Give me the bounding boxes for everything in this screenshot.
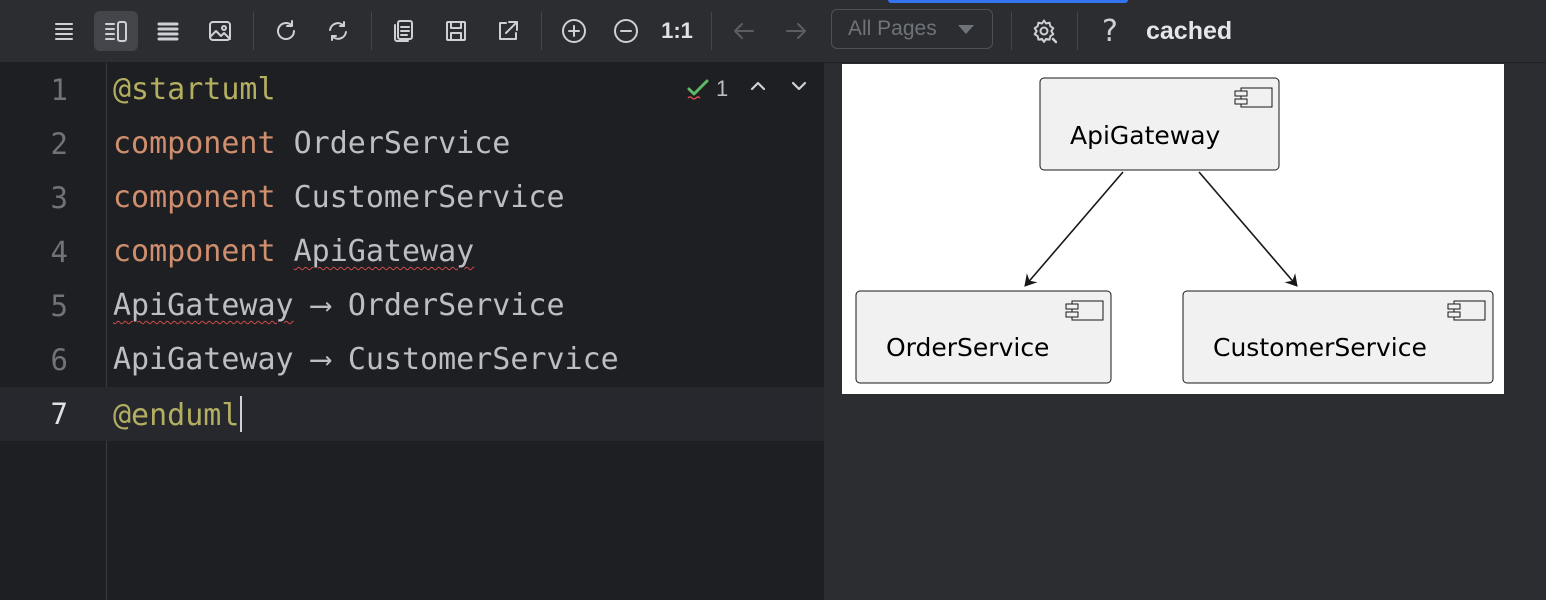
component-icon [1065, 300, 1104, 321]
toolbar-separator [541, 12, 542, 50]
actual-size-button[interactable]: 1:1 [655, 11, 699, 51]
external-link-icon [499, 21, 518, 40]
horizontal-split-icon [157, 22, 179, 41]
code-editor[interactable]: 1 @startuml 2 component OrderService 3 c… [0, 63, 824, 600]
code-line[interactable]: 4 component ApiGateway [0, 225, 824, 279]
refresh-icon [277, 20, 296, 40]
identifier-token: OrderService [293, 126, 511, 161]
diagram-canvas: ApiGateway OrderService CustomerService [842, 64, 1504, 394]
identifier-token: CustomerService [347, 342, 619, 377]
copy-button[interactable] [382, 11, 426, 51]
code-line[interactable]: 6 ApiGateway ⟶ CustomerService [0, 333, 824, 387]
sync-icon [329, 21, 347, 41]
line-number: 4 [50, 235, 68, 269]
component-label: OrderService [886, 333, 1049, 362]
keyword-token: component [113, 180, 276, 215]
zoom-out-icon [614, 19, 638, 43]
toolbar-separator [1077, 12, 1078, 50]
horizontal-split-button[interactable] [146, 11, 190, 51]
chevron-up-icon [750, 81, 766, 91]
inspection-widget[interactable]: 1 [686, 75, 728, 103]
code-line[interactable]: 5 ApiGateway ⟶ OrderService [0, 279, 824, 333]
component-customerservice: CustomerService [1182, 290, 1494, 384]
toolbar-separator [253, 12, 254, 50]
split-view-button[interactable] [94, 11, 138, 51]
help-button[interactable]: ? [1094, 11, 1126, 51]
gear-icon [1033, 19, 1057, 44]
chevron-down-icon [791, 81, 807, 91]
save-icon [446, 21, 466, 41]
chevron-down-icon [958, 25, 974, 34]
line-number: 3 [50, 181, 68, 215]
component-diagram: ApiGateway OrderService CustomerService [855, 77, 1494, 384]
inspection-count: 1 [716, 76, 729, 101]
code-line[interactable]: 2 component OrderService [0, 117, 824, 171]
component-label: ApiGateway [1070, 121, 1221, 150]
component-icon [1447, 300, 1486, 321]
arrow-token: ⟶ [311, 288, 330, 323]
identifier-token: OrderService [347, 288, 565, 323]
text-cursor [240, 396, 243, 432]
zoom-in-button[interactable] [552, 11, 596, 51]
component-label: CustomerService [1213, 333, 1427, 362]
code-line-current[interactable]: 7 @enduml [0, 387, 824, 441]
preview-only-button[interactable] [198, 11, 242, 51]
copy-icon [394, 20, 413, 42]
diagram-preview-pane[interactable]: ApiGateway OrderService CustomerService [824, 63, 1546, 600]
pages-select-value: All Pages [848, 17, 937, 40]
status-text: cached [1146, 16, 1233, 45]
editor-only-button[interactable] [42, 11, 86, 51]
toolbar: 1:1 All Pages ? cached [0, 0, 1546, 63]
toolbar-separator [371, 12, 372, 50]
identifier-token: ApiGateway [113, 288, 294, 323]
settings-button[interactable] [1022, 11, 1066, 51]
split-view-icon [105, 21, 127, 42]
previous-page-button[interactable] [722, 11, 766, 51]
zoom-in-icon [562, 19, 586, 43]
dependency-arrow [1198, 171, 1298, 287]
identifier-token: CustomerService [293, 180, 565, 215]
next-page-button[interactable] [774, 11, 818, 51]
toolbar-separator [711, 12, 712, 50]
refresh-button[interactable] [264, 11, 308, 51]
image-icon [209, 21, 231, 41]
keyword-token: component [113, 126, 276, 161]
zoom-out-button[interactable] [604, 11, 648, 51]
arrow-right-icon [786, 23, 806, 39]
line-number: 1 [50, 73, 68, 107]
arrow-token: ⟶ [311, 342, 330, 377]
lines-icon [55, 23, 73, 40]
toolbar-separator [1011, 12, 1012, 50]
identifier-token: ApiGateway [293, 234, 475, 269]
code-line[interactable]: 3 component CustomerService [0, 171, 824, 225]
line-number: 2 [50, 127, 68, 161]
arrow-left-icon [734, 23, 754, 39]
component-orderservice: OrderService [855, 290, 1112, 384]
sync-button[interactable] [316, 11, 360, 51]
identifier-token: ApiGateway [113, 342, 294, 377]
keyword-token: component [113, 234, 276, 269]
component-apigateway: ApiGateway [1039, 77, 1280, 171]
line-number: 6 [50, 343, 68, 377]
open-external-button[interactable] [486, 11, 530, 51]
component-icon [1234, 87, 1273, 108]
line-number: 5 [50, 289, 68, 323]
directive-token: @enduml [113, 398, 240, 433]
next-highlight-button[interactable] [788, 75, 812, 101]
active-tab-indicator [888, 0, 1128, 3]
directive-token: @startuml [113, 72, 276, 107]
previous-highlight-button[interactable] [747, 75, 771, 101]
check-icon [687, 79, 709, 100]
line-number: 7 [50, 397, 68, 431]
dependency-arrow [1024, 171, 1124, 287]
save-button[interactable] [434, 11, 478, 51]
pages-select[interactable]: All Pages [831, 9, 993, 49]
